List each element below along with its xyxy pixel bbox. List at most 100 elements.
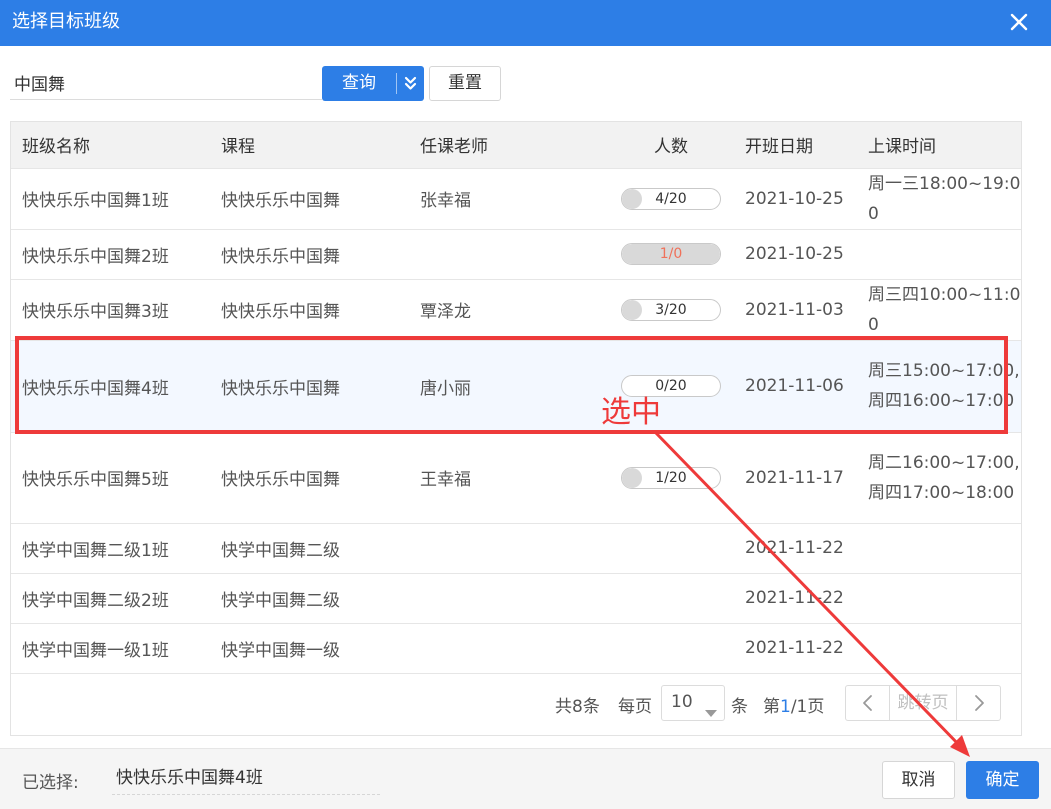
cell-schedule [857,523,1021,574]
pagination: 共8条 每页 10 条 第1/1页 跳转页 [11,674,1021,734]
cell-teacher: 覃泽龙 [409,279,609,341]
cell-schedule: 周二16:00~17:00,周四17:00~18:00 [857,432,1021,524]
cell-count: 1/0 [609,229,733,280]
selected-label: 已选择: [22,773,79,793]
table-row[interactable]: 快快乐乐中国舞2班 快快乐乐中国舞 1/0 2021-10-25 [11,229,1021,280]
page-size-value: 10 [671,692,693,712]
dialog-title: 选择目标班级 [12,11,120,32]
cell-start-date: 2021-11-03 [733,279,857,341]
column-header-teacher[interactable]: 任课老师 [409,122,609,169]
table-row[interactable]: 快快乐乐中国舞4班 快快乐乐中国舞 唐小丽 0/20 2021-11-06 周三15:00… [11,340,1021,433]
cell-teacher [409,623,609,674]
column-header-schedule[interactable]: 上课时间 [857,122,1021,169]
count-text: 0/20 [655,378,687,394]
cell-start-date: 2021-11-22 [733,623,857,674]
dialog-header: 选择目标班级 [0,0,1051,46]
page-prefix: 第 [763,697,780,717]
confirm-button[interactable]: 确定 [966,761,1039,799]
cell-course: 快快乐乐中国舞 [210,279,409,341]
cell-course: 快快乐乐中国舞 [210,432,409,524]
cell-class-name: 快快乐乐中国舞1班 [11,168,210,230]
close-icon[interactable] [1007,10,1031,34]
cell-teacher: 王幸福 [409,432,609,524]
count-progress-fill [622,188,642,209]
table-row[interactable]: 快学中国舞一级1班 快学中国舞一级 2021-11-22 [11,623,1021,674]
count-progress-bar: 0/20 [621,375,721,397]
cell-teacher: 唐小丽 [409,340,609,433]
cell-class-name: 快学中国舞二级1班 [11,523,210,574]
selected-value: 快快乐乐中国舞4班 [112,763,380,795]
column-header-course[interactable]: 课程 [210,122,409,169]
cell-start-date: 2021-11-17 [733,432,857,524]
cell-teacher [409,573,609,624]
cell-class-name: 快快乐乐中国舞3班 [11,279,210,341]
cell-start-date: 2021-11-22 [733,573,857,624]
table-row[interactable]: 快快乐乐中国舞5班 快快乐乐中国舞 王幸福 1/20 2021-11-17 周二16:00… [11,432,1021,524]
column-header-class-name[interactable]: 班级名称 [11,122,210,169]
caret-down-icon [705,702,717,722]
cell-course: 快快乐乐中国舞 [210,340,409,433]
count-progress-fill [622,467,642,488]
cell-start-date: 2021-10-25 [733,229,857,280]
cell-schedule [857,623,1021,674]
cell-count: 4/20 [609,168,733,230]
pagination-page-info: 第1/1页 [763,692,824,717]
class-table: 班级名称 课程 任课老师 人数 开班日期 上课时间 快快乐乐中国舞1班 快快乐乐中… [11,122,1021,674]
cell-course: 快学中国舞一级 [210,623,409,674]
dialog-footer: 已选择: 快快乐乐中国舞4班 取消 确定 [0,748,1051,809]
cell-count: 1/20 [609,432,733,524]
cell-course: 快快乐乐中国舞 [210,229,409,280]
cell-count [609,573,733,624]
search-input[interactable] [10,66,322,100]
cell-class-name: 快学中国舞一级1班 [11,623,210,674]
count-text: 3/20 [655,301,687,318]
cell-schedule [857,229,1021,280]
query-button[interactable]: 查询 [322,66,424,101]
table-header-row: 班级名称 课程 任课老师 人数 开班日期 上课时间 [11,122,1021,169]
cell-count: 3/20 [609,279,733,341]
cell-count: 0/20 [609,340,733,433]
pagination-controls: 跳转页 [845,685,1001,721]
cell-course: 快学中国舞二级 [210,523,409,574]
double-chevron-down-icon[interactable] [397,66,424,101]
pagination-per-page-label: 每页 [618,697,652,717]
table-row[interactable]: 快学中国舞二级2班 快学中国舞二级 2021-11-22 [11,573,1021,624]
count-progress-bar: 4/20 [621,187,721,210]
class-grid: 班级名称 课程 任课老师 人数 开班日期 上课时间 快快乐乐中国舞1班 快快乐乐中… [10,121,1022,736]
cell-start-date: 2021-11-06 [733,340,857,433]
cell-course: 快学中国舞二级 [210,573,409,624]
jump-page-input[interactable]: 跳转页 [890,686,956,720]
cell-class-name: 快快乐乐中国舞5班 [11,432,210,524]
column-header-start-date[interactable]: 开班日期 [733,122,857,169]
query-button-label: 查询 [342,73,376,93]
page-size-select[interactable]: 10 [661,685,725,721]
table-row[interactable]: 快学中国舞二级1班 快学中国舞二级 2021-11-22 [11,523,1021,574]
pagination-unit: 条 [731,697,748,717]
table-row[interactable]: 快快乐乐中国舞1班 快快乐乐中国舞 张幸福 4/20 2021-10-25 周一三18:0… [11,168,1021,230]
chevron-left-icon[interactable] [846,686,890,720]
count-progress-bar: 1/0 [621,243,721,265]
cell-class-name: 快快乐乐中国舞2班 [11,229,210,280]
count-text: 4/20 [655,190,687,207]
cell-teacher [409,523,609,574]
cancel-button[interactable]: 取消 [882,761,955,799]
page-suffix: /1页 [790,697,825,717]
cell-schedule: 周三15:00~17:00,周四16:00~17:00 [857,340,1021,433]
table-row[interactable]: 快快乐乐中国舞3班 快快乐乐中国舞 覃泽龙 3/20 2021-11-03 周三四10:0… [11,279,1021,341]
pagination-total: 共8条 [555,697,600,717]
count-progress-fill [622,299,642,320]
cell-schedule: 周一三18:00~19:00 [857,168,1021,230]
cell-teacher: 张幸福 [409,168,609,230]
reset-button[interactable]: 重置 [429,66,501,101]
count-progress-bar: 1/20 [621,466,721,489]
cell-course: 快快乐乐中国舞 [210,168,409,230]
cell-schedule [857,573,1021,624]
column-header-count[interactable]: 人数 [609,122,733,169]
count-text: 1/20 [655,469,687,486]
cell-count [609,623,733,674]
cell-teacher [409,229,609,280]
chevron-right-icon[interactable] [956,686,1000,720]
cell-count [609,523,733,574]
count-progress-bar: 3/20 [621,298,721,321]
cell-start-date: 2021-10-25 [733,168,857,230]
